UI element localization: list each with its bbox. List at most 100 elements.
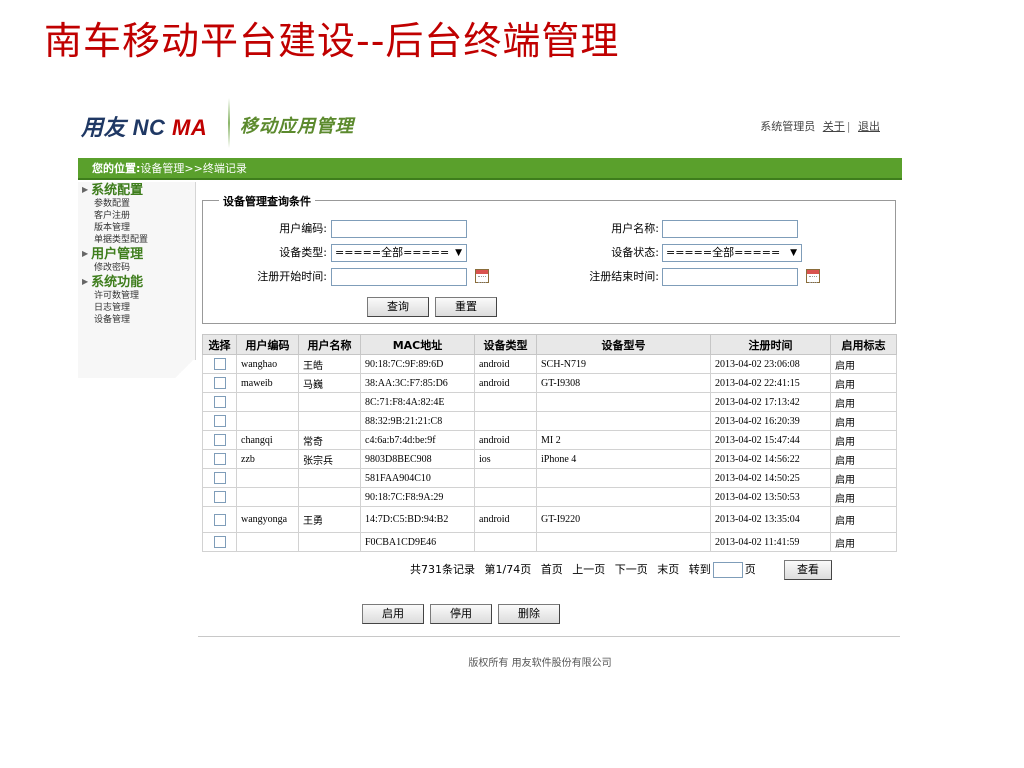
sidebar-group-user-mgmt[interactable]: ▶ 用户管理 xyxy=(78,246,195,262)
row-checkbox[interactable] xyxy=(213,415,226,427)
cell-reg-time: 2013-04-02 22:41:15 xyxy=(710,373,831,393)
table-row: zzb 张宗兵 9803D8BEC908 ios iPhone 4 2013-0… xyxy=(202,449,897,469)
row-checkbox[interactable] xyxy=(213,491,226,503)
cell-user-code xyxy=(236,411,299,431)
expand-arrow-icon: ▶ xyxy=(82,277,89,286)
view-button[interactable]: 查看 xyxy=(784,560,832,580)
prev-page-link[interactable]: 上一页 xyxy=(572,563,605,576)
col-header-device-type[interactable]: 设备类型 xyxy=(474,334,537,355)
cell-user-name xyxy=(298,487,361,507)
app-window: 用友 NC MA 移动应用管理 系统管理员 关于 | 退出 您的位置:设备管理>>… xyxy=(78,92,902,682)
cell-user-code: zzb xyxy=(236,449,299,469)
app-header: 用友 NC MA 移动应用管理 系统管理员 关于 | 退出 xyxy=(78,92,902,154)
sidebar-item-change-password[interactable]: 修改密码 xyxy=(78,262,195,274)
disable-button[interactable]: 停用 xyxy=(430,604,492,624)
cell-flag: 启用 xyxy=(830,392,897,412)
user-code-input[interactable] xyxy=(331,220,467,238)
goto-label: 转到 xyxy=(688,563,711,576)
device-status-select[interactable]: =====全部===== ▼ xyxy=(662,244,802,262)
location-path: 设备管理>>终端记录 xyxy=(140,162,247,175)
row-select-cell xyxy=(202,449,237,469)
about-link[interactable]: 关于 xyxy=(823,120,845,133)
row-checkbox[interactable] xyxy=(213,358,226,370)
user-name-input[interactable] xyxy=(662,220,798,238)
table-row: changqi 常奇 c4:6a:b7:4d:be:9f android MI … xyxy=(202,430,897,450)
pagination: 共731条记录 第1/74页 首页 上一页 下一页 末页 转到 页 xyxy=(410,560,762,580)
sidebar-item-version[interactable]: 版本管理 xyxy=(78,222,195,234)
cell-device-type xyxy=(474,532,537,552)
sidebar-item-client-register[interactable]: 客户注册 xyxy=(78,210,195,222)
last-page-link[interactable]: 末页 xyxy=(657,563,679,576)
cell-device-type: android xyxy=(474,430,537,450)
row-select-cell xyxy=(202,354,237,374)
cell-user-name xyxy=(298,532,361,552)
row-select-cell xyxy=(202,468,237,488)
device-type-select[interactable]: =====全部===== ▼ xyxy=(331,244,467,262)
cell-reg-time: 2013-04-02 14:56:22 xyxy=(710,449,831,469)
expand-arrow-icon: ▶ xyxy=(82,249,89,258)
col-header-reg-time[interactable]: 注册时间 xyxy=(710,334,831,355)
reset-button[interactable]: 重置 xyxy=(435,297,497,317)
col-header-user-code[interactable]: 用户编码 xyxy=(236,334,299,355)
row-checkbox[interactable] xyxy=(213,513,226,526)
cell-device-type xyxy=(474,487,537,507)
cell-mac: 8C:71:F8:4A:82:4E xyxy=(360,392,475,412)
top-links: 系统管理员 关于 | 退出 xyxy=(760,118,880,134)
first-page-link[interactable]: 首页 xyxy=(541,563,563,576)
cell-device-type: android xyxy=(474,506,537,533)
row-checkbox[interactable] xyxy=(213,472,226,484)
cell-user-code xyxy=(236,487,299,507)
row-checkbox[interactable] xyxy=(213,434,226,446)
cell-user-name: 常奇 xyxy=(298,430,361,450)
table-row: maweib 马巍 38:AA:3C:F7:85:D6 android GT-I… xyxy=(202,373,897,393)
sidebar-group-system-config[interactable]: ▶ 系统配置 xyxy=(78,182,195,198)
cell-model: GT-I9220 xyxy=(536,506,711,533)
table-row: 90:18:7C:F8:9A:29 2013-04-02 13:50:53 启用 xyxy=(202,487,897,507)
col-header-user-name[interactable]: 用户名称 xyxy=(298,334,361,355)
cell-mac: 90:18:7C:F8:9A:29 xyxy=(360,487,475,507)
row-checkbox[interactable] xyxy=(213,377,226,389)
cell-model: SCH-N719 xyxy=(536,354,711,374)
delete-button[interactable]: 删除 xyxy=(498,604,560,624)
col-header-model[interactable]: 设备型号 xyxy=(536,334,711,355)
device-type-value: =====全部===== xyxy=(335,246,450,259)
cell-user-name xyxy=(298,468,361,488)
sidebar-item-logs[interactable]: 日志管理 xyxy=(78,302,195,314)
cell-model: MI 2 xyxy=(536,430,711,450)
sidebar-item-devices[interactable]: 设备管理 xyxy=(78,314,195,326)
sidebar-item-doc-types[interactable]: 单据类型配置 xyxy=(78,234,195,246)
sidebar-group-system-functions[interactable]: ▶ 系统功能 xyxy=(78,274,195,290)
cell-user-code: maweib xyxy=(236,373,299,393)
goto-page-input[interactable] xyxy=(712,562,743,578)
col-header-flag[interactable]: 启用标志 xyxy=(830,334,897,355)
cell-user-name: 王皓 xyxy=(298,354,361,374)
brand-logo: 用友 NC MA xyxy=(81,110,207,142)
table-row: 581FAA904C10 2013-04-02 14:50:25 启用 xyxy=(202,468,897,488)
enable-button[interactable]: 启用 xyxy=(362,604,424,624)
search-button[interactable]: 查询 xyxy=(367,297,429,317)
cell-reg-time: 2013-04-02 14:50:25 xyxy=(710,468,831,488)
row-checkbox[interactable] xyxy=(213,453,226,465)
cell-mac: 88:32:9B:21:21:C8 xyxy=(360,411,475,431)
cell-model xyxy=(536,411,711,431)
location-bar: 您的位置:设备管理>>终端记录 xyxy=(78,158,902,180)
row-checkbox[interactable] xyxy=(213,396,226,408)
logout-link[interactable]: 退出 xyxy=(858,120,880,133)
row-checkbox[interactable] xyxy=(213,536,226,548)
row-select-cell xyxy=(202,411,237,431)
cell-flag: 启用 xyxy=(830,430,897,450)
start-time-input[interactable] xyxy=(331,268,467,286)
next-page-link[interactable]: 下一页 xyxy=(615,563,648,576)
sidebar-item-license[interactable]: 许可数管理 xyxy=(78,290,195,302)
calendar-icon[interactable] xyxy=(475,269,489,283)
sidebar-item-params[interactable]: 参数配置 xyxy=(78,198,195,210)
page-indicator: 第1/74页 xyxy=(484,563,532,576)
col-header-select[interactable]: 选择 xyxy=(202,334,237,355)
cell-user-name xyxy=(298,411,361,431)
device-status-value: =====全部===== xyxy=(666,246,781,259)
end-time-input[interactable] xyxy=(662,268,798,286)
row-select-cell xyxy=(202,506,237,533)
calendar-icon[interactable] xyxy=(806,269,820,283)
col-header-mac[interactable]: MAC地址 xyxy=(360,334,475,355)
query-panel: 设备管理查询条件 用户编码: 用户名称: 设备类型: =====全部===== ▼… xyxy=(202,193,896,324)
